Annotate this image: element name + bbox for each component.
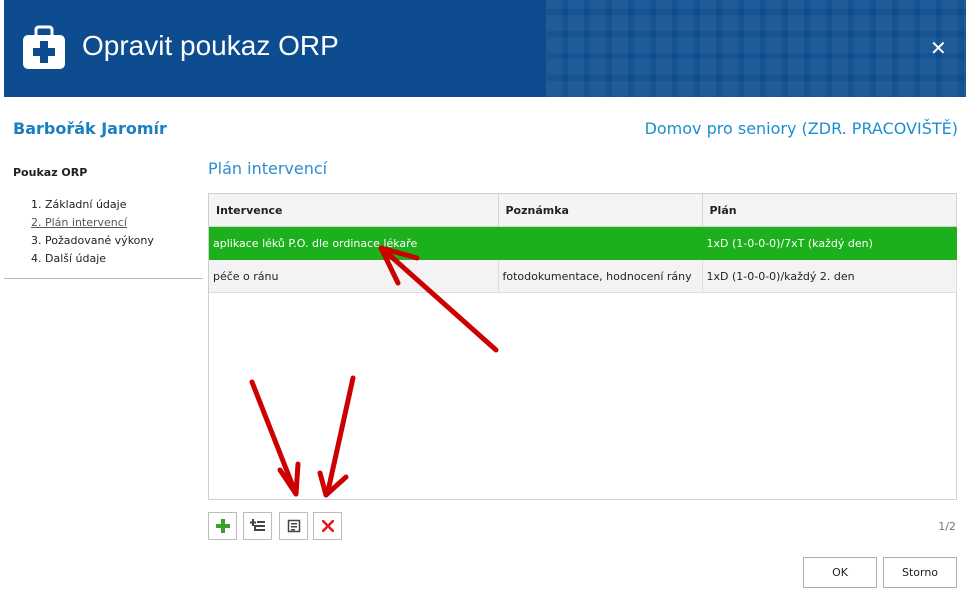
- first-aid-kit-icon: [23, 25, 65, 69]
- delete-icon: [321, 520, 334, 532]
- window-header: Opravit poukaz ORP ✕: [4, 0, 966, 97]
- table-row[interactable]: péče o ránu fotodokumentace, hodnocení r…: [209, 259, 957, 293]
- sidebar-item-zakladni-udaje[interactable]: 1. Základní údaje: [31, 196, 154, 214]
- cell-poznamka: fotodokumentace, hodnocení rány: [498, 259, 703, 293]
- edit-icon: [287, 519, 300, 533]
- patient-name: Barbořák Jaromír: [13, 119, 167, 138]
- close-icon[interactable]: ✕: [930, 38, 947, 58]
- cell-plan: 1xD (1-0-0-0)/7xT (každý den): [702, 226, 957, 260]
- table-header-row: Intervence Poznámka Plán: [209, 194, 957, 227]
- sidebar-item-dalsi-udaje[interactable]: 4. Další údaje: [31, 250, 154, 268]
- cell-intervence: péče o ránu: [209, 259, 499, 293]
- facility-name: Domov pro seniory (ZDR. PRACOVIŠTĚ): [644, 119, 958, 138]
- delete-button[interactable]: [313, 512, 342, 540]
- sidebar-title: Poukaz ORP: [13, 166, 88, 179]
- add-child-button[interactable]: [243, 512, 272, 540]
- pager: 1/2: [938, 520, 956, 533]
- column-header-intervence[interactable]: Intervence: [209, 194, 499, 227]
- header-pattern: [546, 0, 966, 97]
- column-header-poznamka[interactable]: Poznámka: [498, 194, 703, 227]
- ok-button[interactable]: OK: [803, 557, 877, 588]
- column-header-plan[interactable]: Plán: [702, 194, 957, 227]
- cell-poznamka: [498, 226, 703, 260]
- table-row[interactable]: aplikace léků P.O. dle ordinace lékaře 1…: [209, 226, 957, 260]
- sidebar-item-plan-intervenci[interactable]: 2. Plán intervencí: [31, 214, 154, 232]
- interventions-table: Intervence Poznámka Plán aplikace léků P…: [208, 193, 957, 500]
- add-icon: [215, 519, 230, 533]
- cancel-button[interactable]: Storno: [883, 557, 957, 588]
- edit-button[interactable]: [279, 512, 308, 540]
- sidebar-item-pozadovane-vykony[interactable]: 3. Požadované výkony: [31, 232, 154, 250]
- section-title: Plán intervencí: [208, 159, 328, 178]
- add-button[interactable]: [208, 512, 237, 540]
- cell-plan: 1xD (1-0-0-0)/každý 2. den: [702, 259, 957, 293]
- cell-intervence: aplikace léků P.O. dle ordinace lékaře: [209, 226, 499, 260]
- window-title: Opravit poukaz ORP: [82, 30, 339, 61]
- add-child-icon: [249, 519, 265, 531]
- sidebar-divider: [4, 278, 203, 279]
- sidebar-nav: 1. Základní údaje 2. Plán intervencí 3. …: [31, 196, 154, 268]
